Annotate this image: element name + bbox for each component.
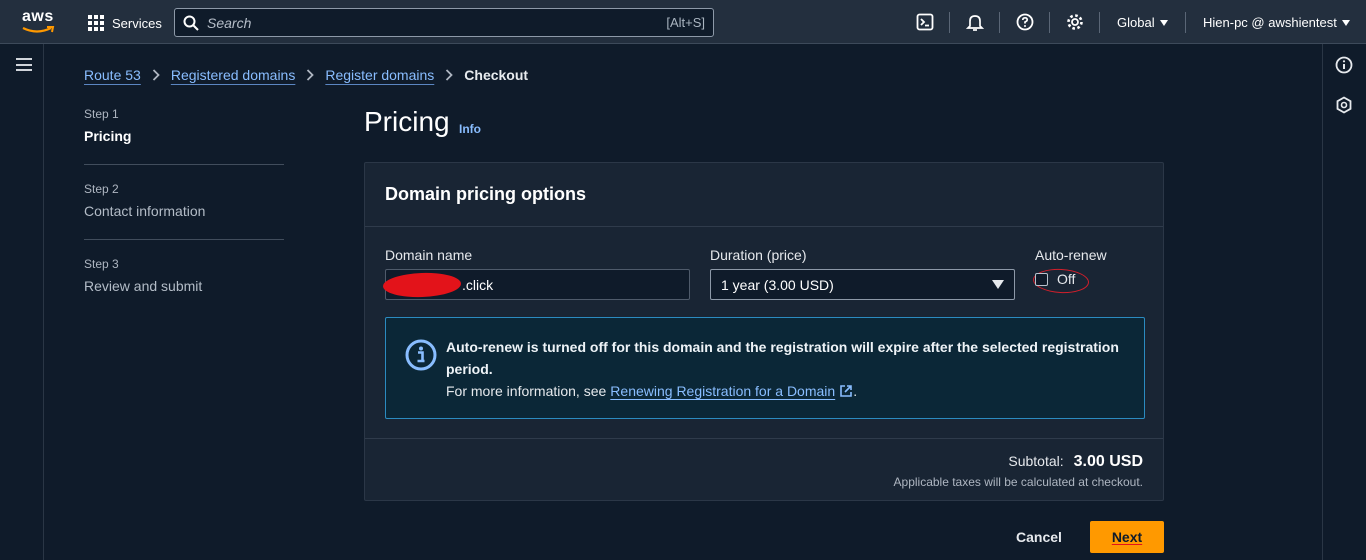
nav-divider bbox=[1049, 12, 1050, 33]
bell-icon[interactable] bbox=[965, 12, 985, 32]
subtotal-label: Subtotal: bbox=[1008, 453, 1064, 469]
subtotal: Subtotal: 3.00 USD bbox=[1008, 453, 1143, 471]
subtotal-value: 3.00 USD bbox=[1073, 453, 1143, 470]
alert-more-info-text: For more information, see bbox=[446, 383, 607, 399]
step-label: Pricing bbox=[84, 128, 132, 144]
step-label: Contact information bbox=[84, 203, 206, 219]
breadcrumb-route53[interactable]: Route 53 bbox=[84, 67, 141, 83]
next-button[interactable]: Next bbox=[1090, 521, 1164, 553]
chevron-right-icon bbox=[446, 69, 454, 81]
renewing-registration-link[interactable]: Renewing Registration for a Domain bbox=[610, 380, 835, 402]
hexagon-icon[interactable] bbox=[1335, 96, 1353, 114]
grid-icon bbox=[88, 15, 104, 31]
menu-icon[interactable] bbox=[16, 58, 32, 71]
aws-logo-text: aws bbox=[22, 8, 54, 25]
cancel-button[interactable]: Cancel bbox=[1004, 522, 1074, 552]
search-box[interactable]: [Alt+S] bbox=[174, 8, 714, 37]
region-selector[interactable]: Global bbox=[1117, 15, 1168, 30]
cloudshell-icon[interactable] bbox=[915, 12, 935, 32]
step-number: Step 2 bbox=[84, 182, 119, 196]
search-icon bbox=[183, 15, 199, 31]
breadcrumb: Route 53 Registered domains Register dom… bbox=[84, 67, 528, 83]
account-menu[interactable]: Hien-pc @ awshientest bbox=[1203, 15, 1350, 30]
alert-message: Auto-renew is turned off for this domain… bbox=[446, 339, 1119, 377]
info-panel-icon[interactable] bbox=[1335, 56, 1353, 74]
alert-period: . bbox=[853, 383, 858, 399]
nav-divider bbox=[999, 12, 1000, 33]
info-circle-icon bbox=[405, 339, 437, 371]
breadcrumb-current: Checkout bbox=[464, 67, 529, 83]
domain-name-label: Domain name bbox=[385, 247, 473, 263]
card-header: Domain pricing options bbox=[365, 163, 1163, 227]
top-navigation: aws Services [Alt+S] bbox=[0, 0, 1366, 44]
step-label: Review and submit bbox=[84, 278, 203, 294]
caret-down-icon bbox=[1159, 19, 1168, 26]
step-number: Step 3 bbox=[84, 257, 119, 271]
chevron-right-icon bbox=[307, 69, 315, 81]
external-link-icon bbox=[840, 385, 852, 397]
duration-label: Duration (price) bbox=[710, 247, 807, 263]
step-divider bbox=[84, 164, 284, 165]
breadcrumb-register-domains[interactable]: Register domains bbox=[325, 67, 434, 83]
nav-divider bbox=[1099, 12, 1100, 33]
auto-renew-state-label[interactable]: Off bbox=[1057, 271, 1075, 287]
services-label: Services bbox=[112, 15, 162, 31]
account-label: Hien-pc @ awshientest bbox=[1203, 15, 1337, 30]
gear-icon[interactable] bbox=[1065, 12, 1085, 32]
duration-select[interactable]: 1 year (3.00 USD) bbox=[710, 269, 1015, 300]
caret-down-icon bbox=[992, 280, 1004, 289]
tax-note: Applicable taxes will be calculated at c… bbox=[893, 475, 1143, 489]
page-title: Pricing bbox=[364, 106, 450, 137]
step-contact-information[interactable]: Step 2 Contact information bbox=[84, 182, 284, 219]
domain-pricing-card: Domain pricing options Domain name Durat… bbox=[364, 162, 1164, 501]
step-divider bbox=[84, 239, 284, 240]
info-alert: Auto-renew is turned off for this domain… bbox=[385, 317, 1145, 419]
auto-renew-label: Auto-renew bbox=[1035, 247, 1107, 263]
card-footer: Subtotal: 3.00 USD Applicable taxes will… bbox=[365, 438, 1163, 502]
step-review-and-submit[interactable]: Step 3 Review and submit bbox=[84, 257, 284, 294]
nav-divider bbox=[1185, 12, 1186, 33]
region-label: Global bbox=[1117, 15, 1155, 30]
step-number: Step 1 bbox=[84, 107, 119, 121]
help-icon[interactable] bbox=[1015, 12, 1035, 32]
chevron-right-icon bbox=[152, 69, 160, 81]
breadcrumb-registered-domains[interactable]: Registered domains bbox=[171, 67, 296, 83]
aws-logo[interactable]: aws bbox=[22, 9, 58, 37]
search-input[interactable] bbox=[207, 14, 667, 31]
right-rail bbox=[1322, 44, 1366, 560]
caret-down-icon bbox=[1341, 19, 1350, 26]
auto-renew-checkbox[interactable] bbox=[1035, 273, 1048, 286]
card-title: Domain pricing options bbox=[385, 184, 586, 204]
alert-more-info: For more information, see Renewing Regis… bbox=[446, 380, 857, 402]
search-shortcut-hint: [Alt+S] bbox=[666, 15, 705, 30]
aws-smile-icon bbox=[22, 26, 55, 33]
step-pricing: Step 1 Pricing bbox=[84, 107, 284, 144]
duration-selected-value: 1 year (3.00 USD) bbox=[721, 276, 834, 293]
nav-divider bbox=[949, 12, 950, 33]
services-menu-button[interactable]: Services bbox=[88, 12, 162, 34]
left-rail bbox=[0, 44, 44, 560]
info-link[interactable]: Info bbox=[459, 122, 481, 136]
